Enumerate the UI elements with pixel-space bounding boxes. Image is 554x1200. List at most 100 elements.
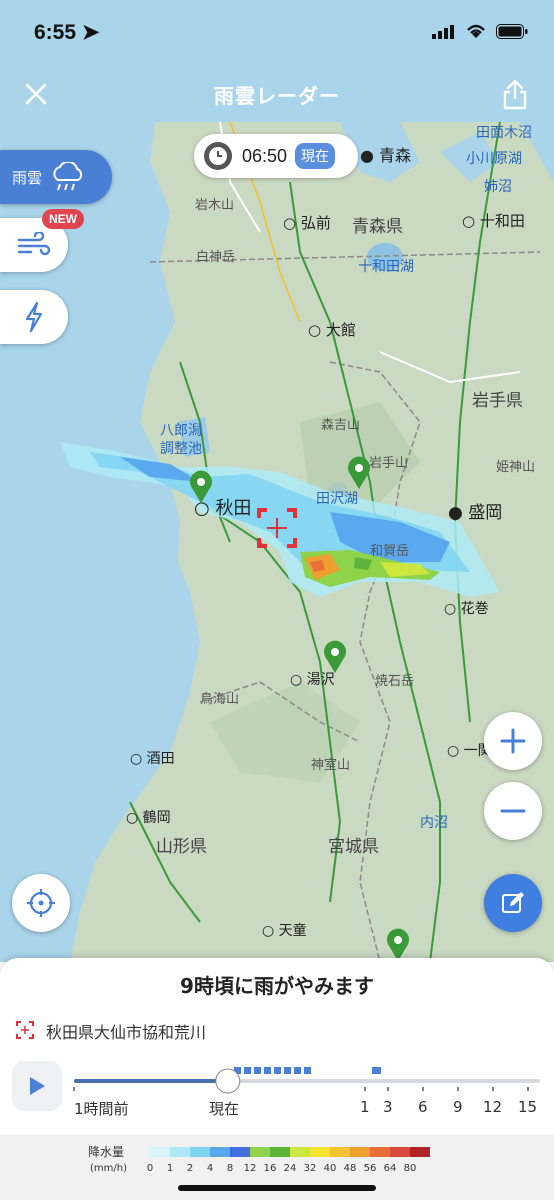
radar-map[interactable]: ● 青森 田面木沼 小川原湖 姉沼 岩木山 ○ 弘前 青森県 ○ 十和田 白神岳…	[0, 122, 554, 962]
legend-tick: 24	[283, 1163, 297, 1174]
legend-tick: 4	[206, 1163, 214, 1174]
map-label-anenuma: 姉沼	[484, 179, 512, 195]
legend-swatch	[210, 1147, 230, 1157]
signal-icon	[432, 24, 454, 39]
legend-swatch	[250, 1147, 270, 1157]
timeline-label-6: 6	[418, 1098, 428, 1116]
wind-icon	[17, 232, 51, 256]
wifi-icon	[467, 24, 485, 38]
layer-rain-label: 雨雲	[12, 168, 43, 187]
map-label-waga: 和賀岳	[370, 544, 410, 559]
map-label-ogawara: 小川原湖	[466, 151, 522, 167]
timeline-label-9: 9	[453, 1098, 463, 1116]
map-label-yamagata-pref: 山形県	[156, 837, 207, 857]
map-label-iwakiyama: 岩木山	[195, 198, 235, 213]
clock-icon	[204, 142, 232, 170]
map-label-hachirogata: 八郎潟 調整池	[160, 423, 202, 457]
lightning-icon	[25, 301, 43, 333]
legend-swatch	[290, 1147, 310, 1157]
legend-swatch	[230, 1147, 250, 1157]
locate-button[interactable]	[12, 874, 70, 932]
map-label-sakata: ○ 酒田	[130, 751, 175, 767]
rain-cloud-icon	[53, 162, 83, 191]
legend-tick: 1	[166, 1163, 174, 1174]
legend-swatch	[270, 1147, 290, 1157]
edit-icon	[502, 892, 524, 913]
legend-tick: 64	[383, 1163, 397, 1174]
crosshair-icon	[27, 889, 55, 917]
map-label-iwate-pref: 岩手県	[472, 391, 523, 411]
map-label-hanamaki: ○ 花巻	[444, 601, 489, 617]
map-label-odate: ○ 大館	[308, 321, 356, 339]
minus-icon	[500, 809, 526, 813]
timeline-label-3: 3	[383, 1098, 393, 1116]
map-label-tazawako: 田沢湖	[316, 491, 358, 507]
location-arrow-icon: ➤	[81, 21, 100, 44]
map-label-chokai: 鳥海山	[200, 692, 240, 707]
home-indicator	[178, 1185, 376, 1191]
page-title: 雨雲レーダー	[214, 84, 340, 108]
forecast-location: 秋田県大仙市協和荒川	[46, 1023, 207, 1042]
map-label-uchinuma: 内沼	[420, 815, 448, 831]
zoom-out-button[interactable]	[484, 782, 542, 840]
legend-tick: 2	[186, 1163, 194, 1174]
plus-icon	[500, 728, 526, 754]
map-label-morioka: ● 盛岡	[448, 503, 503, 523]
legend-tick: 56	[363, 1163, 377, 1174]
map-label-hirosaki: ○ 弘前	[283, 214, 331, 232]
legend-swatch	[370, 1147, 390, 1157]
legend-swatch	[350, 1147, 370, 1157]
map-label-lake-towada: 十和田湖	[358, 259, 414, 275]
legend-swatch	[410, 1147, 430, 1157]
legend-unit: (mm/h)	[90, 1163, 127, 1174]
location-marker-icon	[16, 1021, 34, 1039]
current-time: 06:50	[242, 145, 288, 166]
map-label-yakeishi: 焼石岳	[375, 674, 415, 689]
map-label-shirakami: 白神岳	[196, 250, 236, 265]
app-bar: 雨雲レーダー	[0, 70, 554, 122]
rain-forecast-segments	[234, 1067, 381, 1074]
layer-rain-button[interactable]: 雨雲	[0, 150, 112, 204]
layer-lightning-button[interactable]	[0, 290, 68, 344]
map-label-tanabu: 田面木沼	[476, 125, 532, 141]
legend-title: 降水量	[88, 1145, 125, 1159]
map-label-aomori: ● 青森	[360, 146, 412, 165]
timeline-thumb	[215, 1068, 241, 1094]
status-icons	[432, 24, 528, 39]
timeline-ticks	[73, 1087, 529, 1091]
legend-swatch	[390, 1147, 410, 1157]
timeline-slider[interactable]	[72, 1061, 542, 1101]
legend-tick: 0	[146, 1163, 154, 1174]
play-button[interactable]	[12, 1061, 62, 1111]
map-label-moriyoshi: 森吉山	[321, 418, 361, 433]
map-label-tendo: ○ 天童	[262, 923, 307, 939]
legend-tick: 12	[243, 1163, 257, 1174]
time-indicator[interactable]: 06:50 現在	[194, 134, 358, 178]
edit-button[interactable]	[484, 874, 542, 932]
map-label-tsuruoka: ○ 鶴岡	[126, 810, 171, 826]
forecast-message: 9時頃に雨がやみます	[180, 974, 374, 998]
timeline-label-now: 現在	[209, 1100, 240, 1118]
timeline-label-past: 1時間前	[74, 1100, 129, 1118]
map-label-aomori-pref: 青森県	[352, 217, 403, 237]
legend-color-bar	[150, 1147, 430, 1157]
share-icon[interactable]	[502, 78, 528, 110]
legend-swatch	[170, 1147, 190, 1157]
timeline-label-15: 15	[518, 1098, 538, 1116]
battery-icon	[496, 24, 528, 39]
timeline-label-1: 1	[360, 1098, 370, 1116]
status-bar: 6:55 ➤	[0, 0, 554, 70]
legend-tick: 32	[303, 1163, 317, 1174]
new-badge: NEW	[42, 209, 84, 229]
play-icon	[30, 1077, 45, 1095]
zoom-in-button[interactable]	[484, 712, 542, 770]
legend-tick: 48	[343, 1163, 357, 1174]
map-label-towada: ○ 十和田	[462, 212, 525, 230]
timeline-label-12: 12	[483, 1098, 503, 1116]
now-badge: 現在	[295, 143, 336, 169]
legend-ticks: 0 1 2 4 8 12 16 24 32 40 48 56 64 80	[140, 1163, 470, 1177]
legend-tick: 16	[263, 1163, 277, 1174]
legend-swatch	[330, 1147, 350, 1157]
legend-tick: 8	[226, 1163, 234, 1174]
map-label-kamuro: 神室山	[311, 758, 351, 773]
